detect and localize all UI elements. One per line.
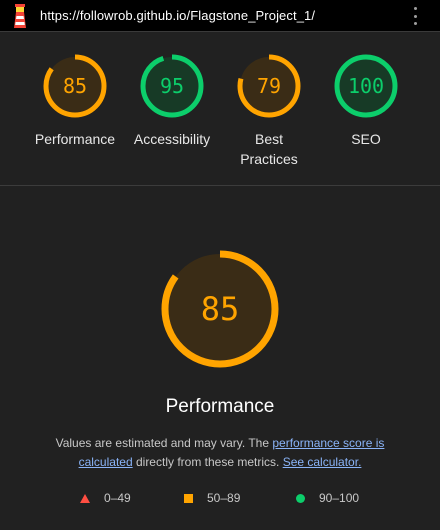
gauge-label: Best Practices xyxy=(240,131,298,167)
legend-pass: 90–100 xyxy=(296,491,359,505)
red-triangle-icon xyxy=(80,493,90,503)
gauge-score: 79 xyxy=(257,74,281,98)
gauge-label: SEO xyxy=(351,131,381,147)
gauge-seo[interactable]: 100 SEO xyxy=(316,53,416,149)
gauge-performance[interactable]: 85 Performance xyxy=(25,53,125,149)
gauge-score: 95 xyxy=(160,74,184,98)
gauge-score: 85 xyxy=(63,74,87,98)
legend-range: 50–89 xyxy=(207,491,241,505)
score-gauge: 85 xyxy=(43,54,107,118)
orange-square-icon xyxy=(184,493,193,503)
legend-fail: 0–49 xyxy=(80,491,131,505)
gauge-label: Accessibility xyxy=(133,131,211,147)
category-scores: 85 Performance 95 Accessibility 79 Best … xyxy=(0,33,440,186)
score-gauge: 100 xyxy=(334,54,398,118)
score-gauge: 95 xyxy=(140,54,204,118)
lighthouse-icon xyxy=(14,4,26,28)
gauge-label: Performance xyxy=(34,131,116,147)
score-description: Values are estimated and may vary. The p… xyxy=(40,434,400,472)
kebab-menu-icon[interactable] xyxy=(410,7,420,25)
gauge-accessibility[interactable]: 95 Accessibility xyxy=(122,53,222,149)
score-legend: 0–49 50–89 90–100 xyxy=(0,491,440,509)
page-url: https://followrob.github.io/Flagstone_Pr… xyxy=(40,8,316,23)
desc-text: directly from these metrics. xyxy=(132,455,283,469)
green-circle-icon xyxy=(296,493,305,503)
performance-title: Performance xyxy=(165,396,275,417)
score-gauge: 79 xyxy=(237,54,301,118)
gauge-best-practices[interactable]: 79 Best Practices xyxy=(219,53,319,169)
gauge-score: 100 xyxy=(348,74,384,98)
legend-range: 0–49 xyxy=(104,491,131,505)
main-score: 85 xyxy=(201,290,240,328)
see-calculator-link[interactable]: See calculator. xyxy=(283,455,362,469)
legend-average: 50–89 xyxy=(184,491,240,505)
performance-main-gauge: 85 xyxy=(161,250,279,368)
legend-range: 90–100 xyxy=(319,491,360,505)
url-bar: https://followrob.github.io/Flagstone_Pr… xyxy=(0,0,440,32)
desc-text: Values are estimated and may vary. The xyxy=(55,436,273,450)
